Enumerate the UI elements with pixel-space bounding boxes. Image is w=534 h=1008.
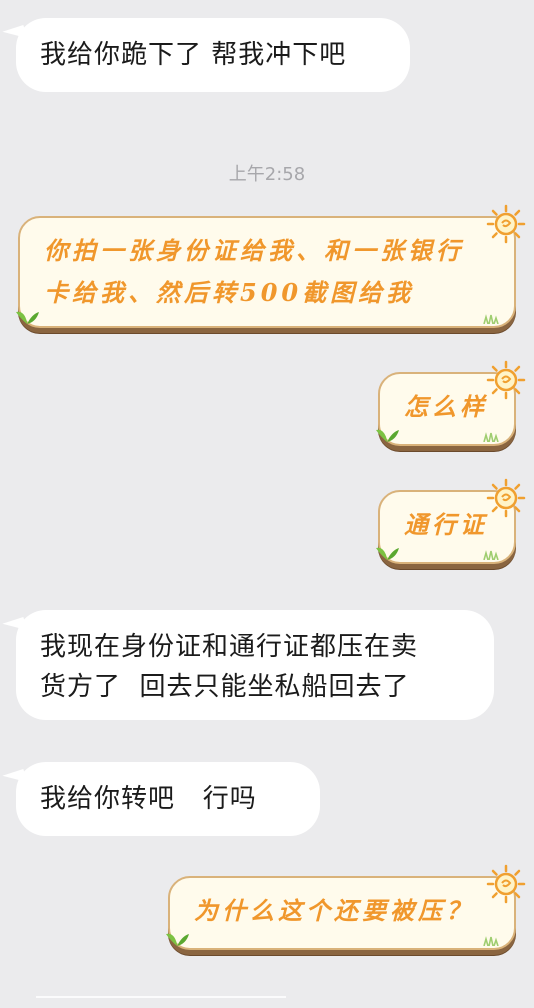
outgoing-message-bubble[interactable]: 你拍一张身份证给我、和一张银行 卡给我、然后转500截图给我 bbox=[16, 204, 526, 328]
grass-icon bbox=[483, 936, 499, 946]
message-text: 你拍一张身份证给我、和一张银行 卡给我、然后转500截图给我 bbox=[44, 236, 464, 307]
grass-icon bbox=[483, 432, 499, 442]
message-text: 我给你跪下了 帮我冲下吧 bbox=[40, 40, 347, 70]
sun-icon bbox=[486, 864, 526, 904]
outgoing-message-bubble[interactable]: 怎么样 bbox=[376, 360, 526, 446]
incoming-message-bubble[interactable]: 我现在身份证和通行证都压在卖 货方了 回去只能坐私船回去了 bbox=[2, 610, 494, 720]
grass-icon bbox=[483, 550, 499, 560]
sun-icon bbox=[486, 360, 526, 400]
sun-icon bbox=[486, 478, 526, 518]
incoming-message-bubble[interactable]: 我给你跪下了 帮我冲下吧 bbox=[2, 18, 410, 92]
bubble-tail bbox=[2, 24, 28, 46]
incoming-message-bubble[interactable]: 我给你转吧 行吗 bbox=[2, 762, 320, 836]
message-text: 我给你转吧 行吗 bbox=[40, 784, 257, 814]
message-text: 我现在身份证和通行证都压在卖 货方了 回去只能坐私船回去了 bbox=[40, 632, 419, 702]
leaf-icon bbox=[16, 311, 39, 324]
message-text: 为什么这个还要被压？ bbox=[194, 896, 474, 925]
leaf-icon bbox=[376, 429, 399, 442]
leaf-icon bbox=[166, 933, 189, 946]
sun-icon bbox=[486, 204, 526, 244]
grass-icon bbox=[483, 314, 499, 324]
message-text: 通行证 bbox=[404, 510, 488, 539]
outgoing-message-bubble[interactable]: 通行证 bbox=[376, 478, 526, 564]
divider bbox=[36, 996, 286, 998]
leaf-icon bbox=[376, 547, 399, 560]
chat-view: 我给你跪下了 帮我冲下吧 上午2:58 你拍一张身份证给我、和一张银行 卡给我、… bbox=[0, 0, 534, 1008]
message-text: 怎么样 bbox=[404, 392, 488, 421]
outgoing-message-bubble[interactable]: 为什么这个还要被压？ bbox=[166, 864, 526, 950]
bubble-tail bbox=[2, 768, 28, 790]
message-timestamp: 上午2:58 bbox=[228, 164, 306, 185]
bubble-tail bbox=[2, 616, 28, 638]
